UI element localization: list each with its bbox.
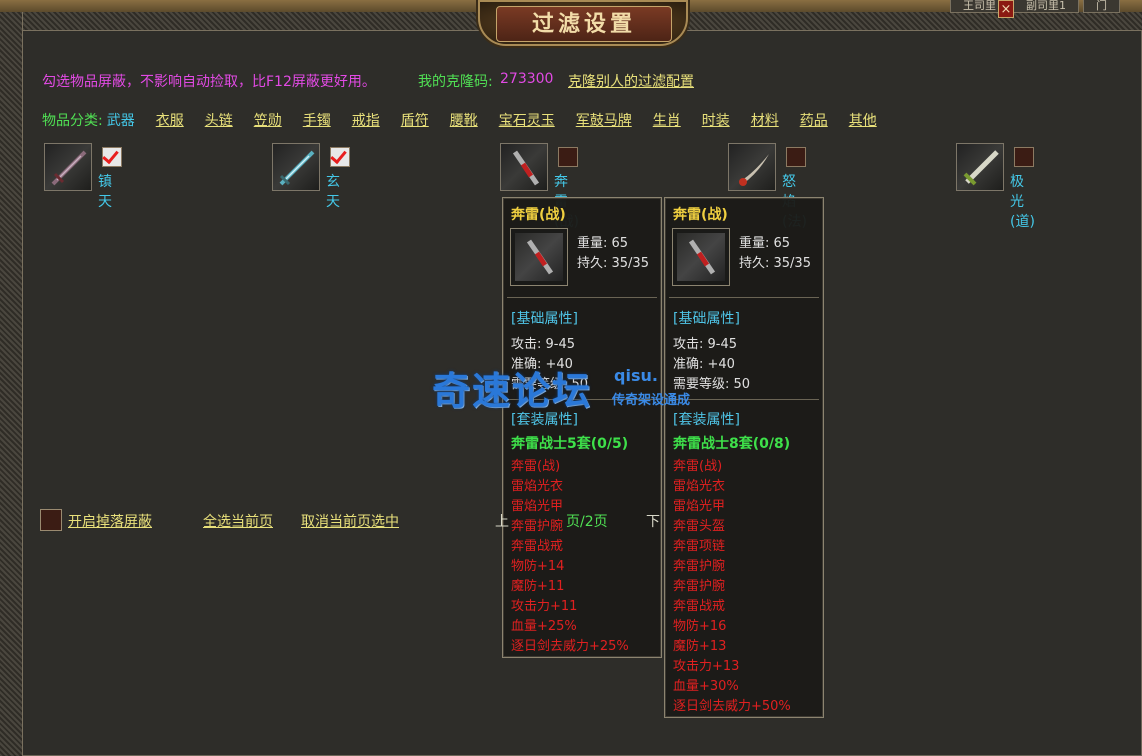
tooltip-divider <box>669 399 819 400</box>
tooltip-accuracy: 准确: +40 <box>673 357 735 372</box>
category-belt-boots[interactable]: 腰靴 <box>450 110 478 130</box>
thunder-sword-icon[interactable] <box>500 143 548 191</box>
tooltip-title: 奔雷(战) <box>673 207 728 223</box>
item-tooltip: 奔雷(战) 重量: 65 持久: 35/35 [基础属性] 攻击: 9-45 准… <box>502 197 662 658</box>
set-entry: 雷焰光衣 <box>673 479 726 494</box>
set-entry: 奔雷项链 <box>673 539 726 554</box>
category-zodiac[interactable]: 生肖 <box>653 110 681 130</box>
set-entry: 雷焰光衣 <box>511 479 564 494</box>
item-name: 镇天 <box>98 174 112 210</box>
tooltip-divider <box>669 297 819 298</box>
drop-filter-checkbox[interactable] <box>40 509 62 531</box>
watermark-logo: 奇速论坛 <box>432 369 593 413</box>
item-name: 极光(道) <box>1010 174 1035 230</box>
set-entry: 雷焰光甲 <box>673 499 726 514</box>
set-entry: 奔雷头盔 <box>673 519 726 534</box>
page-indicator: 页/2页 <box>566 514 608 530</box>
set-entry: 攻击力+13 <box>673 659 740 674</box>
clone-code-value: 273300 <box>500 71 554 87</box>
item-checkbox[interactable] <box>786 147 806 167</box>
close-icon: × <box>1000 2 1012 17</box>
category-gems[interactable]: 宝石灵玉 <box>499 110 555 130</box>
set-entry: 逐日剑去威力+50% <box>673 699 791 714</box>
set-entry: 攻击力+11 <box>511 599 578 614</box>
close-button[interactable]: × <box>998 0 1014 18</box>
set-entry: 奔雷护腕 <box>673 559 726 574</box>
watermark-url: qisu. <box>614 366 658 385</box>
tooltip-base-header: [基础属性] <box>511 311 578 327</box>
category-drum-horse[interactable]: 军鼓马牌 <box>576 110 632 130</box>
clone-code-label: 我的克隆码: <box>418 74 493 90</box>
set-entry: 血量+25% <box>511 619 577 634</box>
category-material[interactable]: 材料 <box>751 110 779 130</box>
set-entry: 奔雷战戒 <box>673 599 726 614</box>
set-entry: 物防+14 <box>511 559 565 574</box>
category-ring[interactable]: 戒指 <box>352 110 380 130</box>
tooltip-base-header: [基础属性] <box>673 311 740 327</box>
prev-page-button[interactable]: 上 <box>495 511 509 531</box>
tooltip-weight: 重量: 65 <box>577 236 629 251</box>
deselect-page-button[interactable]: 取消当前页选中 <box>301 511 399 531</box>
item-tooltip: 奔雷(战) 重量: 65 持久: 35/35 [基础属性] 攻击: 9-45 准… <box>664 197 824 718</box>
category-weapon[interactable]: 武器 <box>107 110 135 130</box>
set-entry: 魔防+13 <box>673 639 727 654</box>
category-medal[interactable]: 笠勋 <box>254 110 282 130</box>
set-entry: 魔防+11 <box>511 579 565 594</box>
tooltip-set-name: 奔雷战士8套(0/8) <box>673 436 791 452</box>
blue-sword-icon[interactable] <box>272 143 320 191</box>
next-page-button[interactable]: 下 <box>646 511 660 531</box>
top-tabs: 王司里 副司里1 门 <box>950 0 1120 13</box>
tooltip-attack: 攻击: 9-45 <box>511 337 576 352</box>
category-label: 物品分类: <box>42 113 103 129</box>
window-title: 过滤设置 <box>496 6 672 42</box>
set-entry: 奔雷战戒 <box>511 539 564 554</box>
tooltip-durability: 持久: 35/35 <box>739 256 811 271</box>
set-entry: 奔雷护腕 <box>511 519 564 534</box>
category-clothes[interactable]: 衣服 <box>156 110 184 130</box>
set-entry: 逐日剑去威力+25% <box>511 639 629 654</box>
item-checkbox[interactable] <box>330 147 350 167</box>
watermark-subtitle: 传奇架设通成 <box>612 393 691 408</box>
category-potion[interactable]: 药品 <box>800 110 828 130</box>
set-entry: 奔雷(战) <box>673 459 723 474</box>
clone-config-link[interactable]: 克隆别人的过滤配置 <box>568 71 694 91</box>
tooltip-durability: 持久: 35/35 <box>577 256 649 271</box>
aurora-sword-icon[interactable] <box>956 143 1004 191</box>
tooltip-weight: 重量: 65 <box>739 236 791 251</box>
flame-blade-icon[interactable] <box>728 143 776 191</box>
tooltip-item-icon <box>672 228 730 286</box>
frame-left-border <box>0 12 23 756</box>
dark-sword-icon[interactable] <box>44 143 92 191</box>
category-other[interactable]: 其他 <box>849 110 877 130</box>
category-shield[interactable]: 盾符 <box>401 110 429 130</box>
set-entry: 奔雷护腕 <box>673 579 726 594</box>
notice-text: 勾选物品屏蔽，不影响自动捡取，比F12屏蔽更好用。 <box>42 74 376 90</box>
set-entry: 血量+30% <box>673 679 739 694</box>
category-necklace[interactable]: 头链 <box>205 110 233 130</box>
item-name: 玄天 <box>326 174 340 210</box>
select-all-page-button[interactable]: 全选当前页 <box>203 511 273 531</box>
drop-filter-label[interactable]: 开启掉落屏蔽 <box>68 511 152 531</box>
item-checkbox[interactable] <box>1014 147 1034 167</box>
set-entry: 雷焰光甲 <box>511 499 564 514</box>
set-entry: 奔雷(战) <box>511 459 561 474</box>
tooltip-set-header: [套装属性] <box>673 412 740 428</box>
tooltip-attack: 攻击: 9-45 <box>673 337 738 352</box>
tooltip-title: 奔雷(战) <box>511 207 566 223</box>
category-bracelet[interactable]: 手镯 <box>303 110 331 130</box>
tooltip-item-icon <box>510 228 568 286</box>
set-entry: 物防+16 <box>673 619 727 634</box>
category-fashion[interactable]: 时装 <box>702 110 730 130</box>
tooltip-set-name: 奔雷战士5套(0/5) <box>511 436 629 452</box>
top-tab-3[interactable]: 门 <box>1083 0 1120 13</box>
top-tab-2[interactable]: 副司里1 <box>1013 0 1079 13</box>
title-plate: 过滤设置 <box>478 0 688 46</box>
item-checkbox[interactable] <box>102 147 122 167</box>
item-checkbox[interactable] <box>558 147 578 167</box>
tooltip-divider <box>507 297 657 298</box>
category-bar: 物品分类: 武器 衣服 头链 笠勋 手镯 戒指 盾符 腰靴 宝石灵玉 军鼓马牌 … <box>42 110 898 130</box>
